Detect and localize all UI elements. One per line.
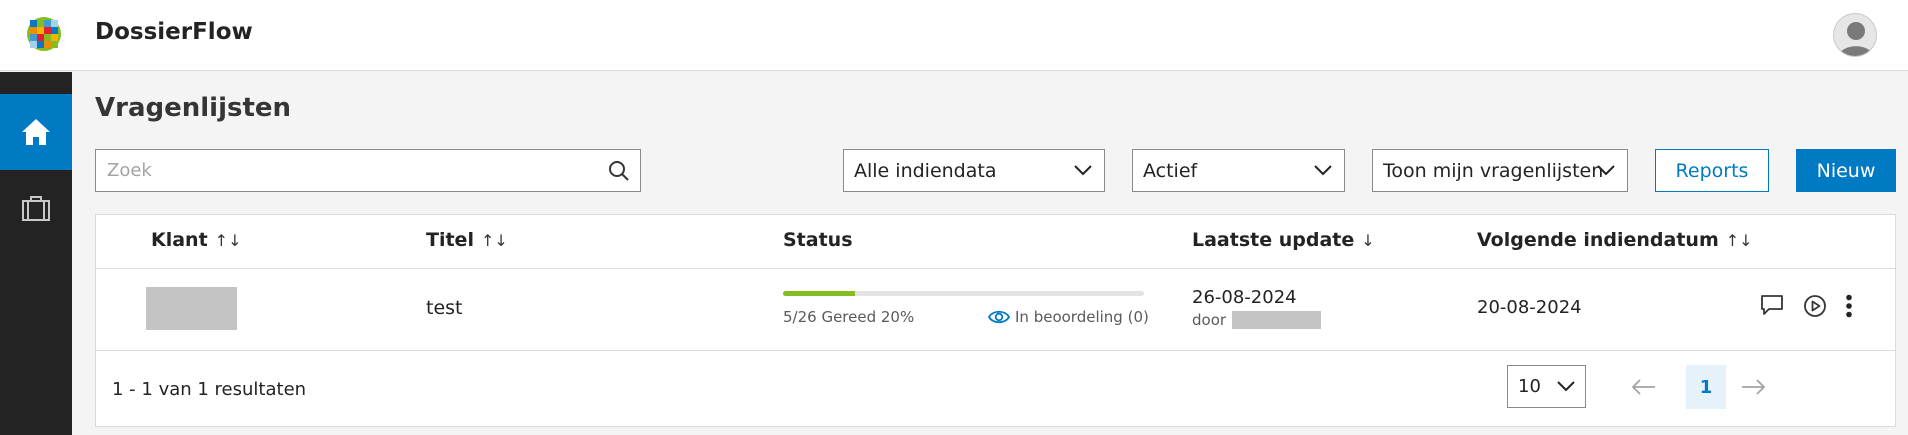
play-button[interactable] [1803,294,1827,318]
column-header-label: Klant [151,229,208,251]
questionnaire-table: Klant ↑↓ Titel ↑↓ Status Laatste update … [95,214,1896,427]
column-header-laatste-update[interactable]: Laatste update ↓ [1192,229,1375,251]
results-count: 1 - 1 van 1 resultaten [112,379,307,400]
filter-scope-dropdown[interactable]: Toon mijn vragenlijsten [1372,149,1628,192]
comment-icon [1761,295,1783,315]
row-divider [96,350,1895,351]
updated-by-redacted [1232,311,1321,329]
sidebar [0,72,72,435]
page-size-value: 10 [1518,376,1541,397]
reports-button[interactable]: Reports [1655,149,1769,192]
briefcase-icon [22,196,50,221]
sidebar-item-home[interactable] [0,94,72,170]
row-updated-by-prefix: door [1192,311,1227,329]
filter-dates-value: Alle indiendata [854,159,997,182]
chevron-down-icon [1557,381,1575,392]
sidebar-item-cases[interactable] [0,170,72,246]
filter-state-value: Actief [1143,159,1198,182]
arrow-left-icon [1631,379,1655,395]
search-input[interactable] [96,150,586,191]
sort-desc-icon: ↓ [1361,230,1375,250]
column-header-klant[interactable]: Klant ↑↓ [151,229,241,251]
header-divider [96,268,1895,269]
sort-icon: ↑↓ [480,230,508,250]
progress-bar [783,291,1144,296]
filter-scope-value: Toon mijn vragenlijsten [1383,159,1604,182]
sort-icon: ↑↓ [214,230,242,250]
column-header-titel[interactable]: Titel ↑↓ [426,229,508,251]
row-next-date: 20-08-2024 [1477,297,1582,318]
review-status[interactable]: In beoordeling (0) [988,308,1149,326]
search-box [95,149,641,192]
new-button[interactable]: Nieuw [1796,149,1896,192]
play-icon [1804,295,1826,317]
top-bar: DossierFlow [0,0,1908,71]
column-header-label: Titel [426,229,474,251]
progress-bar-fill [783,291,856,296]
sort-icon: ↑↓ [1725,230,1753,250]
column-header-volgende-indiendatum[interactable]: Volgende indiendatum ↑↓ [1477,229,1753,251]
user-icon [1839,22,1873,56]
chevron-down-icon [1314,165,1332,176]
home-icon [22,119,50,145]
next-page-button[interactable] [1740,379,1766,399]
more-options-button[interactable] [1844,294,1854,318]
search-icon[interactable] [608,160,630,182]
comment-button[interactable] [1760,294,1784,316]
more-vertical-icon [1846,294,1852,318]
progress-text: 5/26 Gereed 20% [783,308,915,326]
chevron-down-icon [1074,165,1092,176]
eye-icon [988,310,1010,324]
user-avatar[interactable] [1833,13,1877,57]
row-updated-date: 26-08-2024 [1192,287,1297,308]
klant-redacted-value [146,287,237,330]
column-header-label: Volgende indiendatum [1477,229,1719,251]
column-header-status: Status [783,229,853,251]
filter-dates-dropdown[interactable]: Alle indiendata [843,149,1105,192]
column-header-label: Status [783,229,853,251]
row-titel: test [426,297,463,319]
review-text: In beoordeling (0) [1015,308,1149,326]
filter-state-dropdown[interactable]: Actief [1132,149,1345,192]
page-size-select[interactable]: 10 [1507,365,1586,408]
app-name: DossierFlow [95,19,253,45]
previous-page-button[interactable] [1631,379,1657,399]
page-title: Vragenlijsten [95,93,292,123]
page-number-current[interactable]: 1 [1686,365,1726,409]
chevron-down-icon [1597,165,1615,176]
column-header-label: Laatste update [1192,229,1355,251]
arrow-right-icon [1742,379,1766,395]
logo-icon [27,17,61,51]
